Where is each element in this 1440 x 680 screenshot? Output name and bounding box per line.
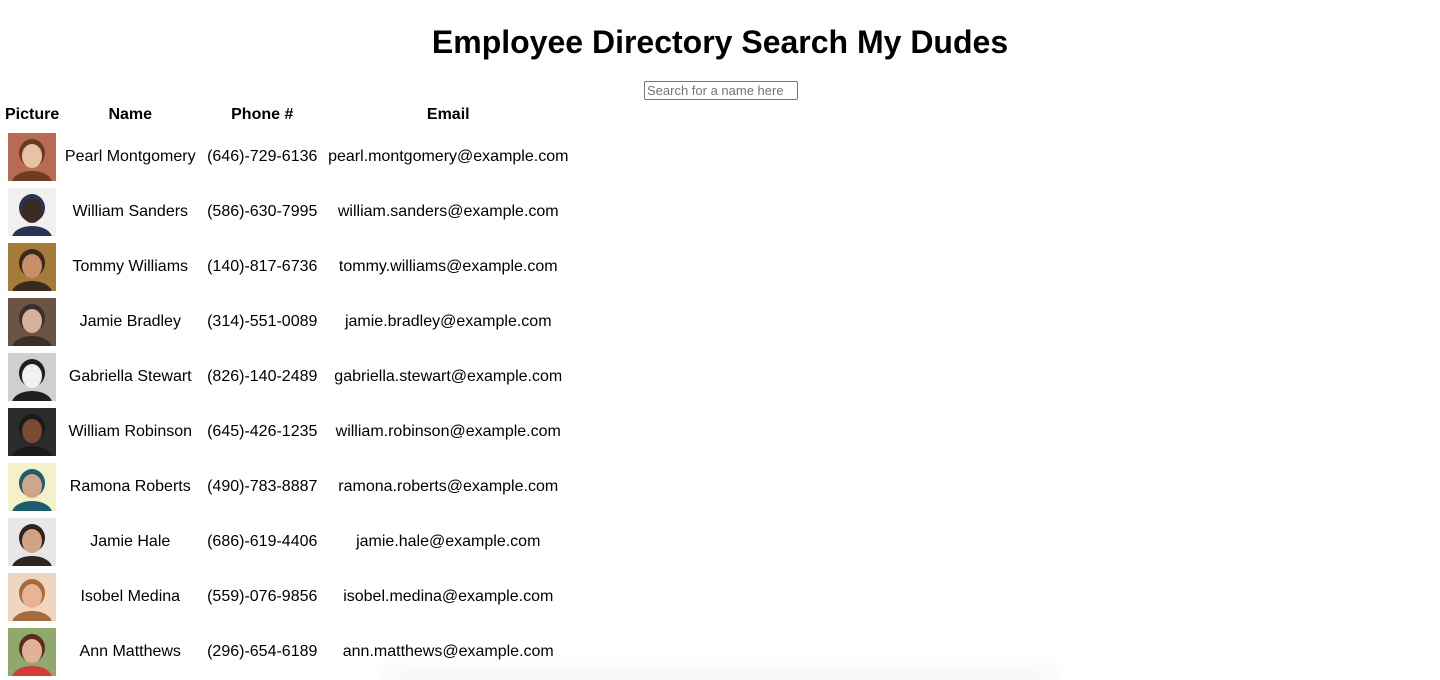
employee-email: jamie.bradley@example.com	[344, 312, 552, 330]
avatar-face	[22, 583, 43, 608]
column-header-phone[interactable]: Phone #	[200, 102, 324, 128]
employee-phone: (645)-426-1235	[207, 422, 318, 440]
table-row: Pearl Montgomery (646)-729-6136 pearl.mont…	[4, 130, 570, 183]
avatar-face	[22, 198, 43, 223]
table-row: Ramona Roberts (490)-783-8887 ramona.rober…	[4, 460, 570, 513]
avatar	[8, 407, 57, 456]
employee-email: jamie.hale@example.com	[356, 532, 541, 550]
avatar	[8, 242, 57, 291]
avatar	[8, 352, 57, 401]
picture-cell	[4, 570, 60, 623]
avatar-face	[22, 638, 43, 663]
picture-cell	[4, 295, 60, 348]
search-input[interactable]	[644, 81, 798, 100]
employee-name: Jamie Hale	[90, 532, 171, 550]
employee-phone: (490)-783-8887	[207, 477, 318, 495]
avatar-face	[22, 418, 43, 443]
employee-name: Pearl Montgomery	[64, 147, 196, 165]
picture-cell	[4, 515, 60, 568]
employee-phone: (559)-076-9856	[207, 587, 318, 605]
column-header-picture[interactable]: Picture	[4, 102, 60, 128]
avatar	[8, 297, 57, 346]
employee-email: pearl.montgomery@example.com	[328, 147, 569, 165]
table-row: Jamie Hale (686)-619-4406 jamie.hale@examp…	[4, 515, 570, 568]
avatar-face	[22, 308, 43, 333]
table-body: Pearl Montgomery (646)-729-6136 pearl.mont…	[4, 130, 570, 678]
table-row: William Robinson (645)-426-1235 william.ro…	[4, 405, 570, 458]
avatar	[8, 517, 57, 566]
employee-email: tommy.williams@example.com	[338, 257, 558, 275]
employee-phone: (686)-619-4406	[207, 532, 318, 550]
table-row: William Sanders (586)-630-7995 william.san…	[4, 185, 570, 238]
avatar-face	[22, 253, 43, 278]
employee-phone: (646)-729-6136	[207, 147, 318, 165]
employee-email: gabriella.stewart@example.com	[334, 367, 563, 385]
picture-cell	[4, 130, 60, 183]
employee-phone: (314)-551-0089	[207, 312, 318, 330]
picture-cell	[4, 625, 60, 678]
avatar	[8, 132, 57, 181]
picture-cell	[4, 405, 60, 458]
employee-phone: (140)-817-6736	[207, 257, 318, 275]
avatar-face	[22, 473, 43, 498]
table-row: Gabriella Stewart (826)-140-2489 gabriella…	[4, 350, 570, 403]
employee-name: Tommy Williams	[72, 257, 189, 275]
column-header-email[interactable]: Email	[326, 102, 570, 128]
avatar	[8, 462, 57, 511]
employee-phone: (296)-654-6189	[207, 642, 318, 660]
page-title: Employee Directory Search My Dudes	[431, 24, 1009, 60]
avatar-face	[22, 528, 43, 553]
employee-name: Gabriella Stewart	[68, 367, 192, 385]
employee-name: Ramona Roberts	[69, 477, 191, 495]
employee-phone: (586)-630-7995	[207, 202, 318, 220]
avatar-face	[22, 363, 43, 388]
picture-cell	[4, 185, 60, 238]
employee-phone: (826)-140-2489	[207, 367, 318, 385]
picture-cell	[4, 460, 60, 513]
employee-name: Isobel Medina	[80, 587, 181, 605]
picture-cell	[4, 350, 60, 403]
employee-email: william.robinson@example.com	[335, 422, 561, 440]
picture-cell	[4, 240, 60, 293]
avatar	[8, 572, 57, 621]
employee-name: William Robinson	[68, 422, 193, 440]
employee-email: isobel.medina@example.com	[343, 587, 554, 605]
avatar	[8, 187, 57, 236]
table-header-row: Picture Name Phone # Email	[4, 102, 570, 128]
bottom-fade-overlay	[380, 660, 1060, 679]
employee-name: Ann Matthews	[79, 642, 181, 660]
search-container	[644, 81, 798, 100]
employee-email: ramona.roberts@example.com	[338, 477, 559, 495]
table-row: Jamie Bradley (314)-551-0089 jamie.bradley…	[4, 295, 570, 348]
employee-name: Jamie Bradley	[79, 312, 181, 330]
table-row: Isobel Medina (559)-076-9856 isobel.medina…	[4, 570, 570, 623]
employee-email: william.sanders@example.com	[337, 202, 559, 220]
table-row: Tommy Williams (140)-817-6736 tommy.willia…	[4, 240, 570, 293]
column-header-name[interactable]: Name	[62, 102, 198, 128]
employee-name: William Sanders	[72, 202, 189, 220]
avatar	[8, 627, 57, 676]
avatar-face	[22, 143, 43, 168]
employee-table: Picture Name Phone # Email Pearl Montgom…	[2, 100, 572, 680]
